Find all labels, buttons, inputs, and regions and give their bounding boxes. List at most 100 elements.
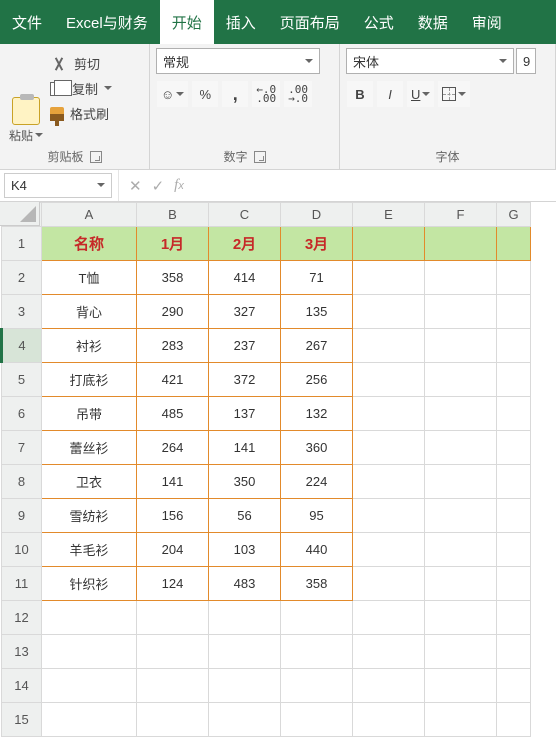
- cell[interactable]: T恤: [42, 261, 137, 295]
- cell[interactable]: [497, 703, 531, 737]
- cell[interactable]: [497, 397, 531, 431]
- row-header[interactable]: 6: [2, 397, 42, 431]
- cell[interactable]: [497, 295, 531, 329]
- cell[interactable]: [425, 261, 497, 295]
- cell[interactable]: [425, 465, 497, 499]
- cell[interactable]: [353, 261, 425, 295]
- cell[interactable]: 背心: [42, 295, 137, 329]
- row-header[interactable]: 10: [2, 533, 42, 567]
- confirm-icon[interactable]: ✓: [152, 177, 165, 195]
- cell[interactable]: [209, 703, 281, 737]
- cell[interactable]: [42, 601, 137, 635]
- number-format-combo[interactable]: 常规: [156, 48, 320, 74]
- cell[interactable]: [353, 601, 425, 635]
- col-header-d[interactable]: D: [281, 203, 353, 227]
- cell[interactable]: 名称: [42, 227, 137, 261]
- cell[interactable]: 蕾丝衫: [42, 431, 137, 465]
- cell[interactable]: [497, 329, 531, 363]
- cell[interactable]: [353, 397, 425, 431]
- cell[interactable]: 360: [281, 431, 353, 465]
- font-name-combo[interactable]: 宋体: [346, 48, 514, 74]
- cell[interactable]: 283: [137, 329, 209, 363]
- cell[interactable]: [425, 227, 497, 261]
- cell[interactable]: 羊毛衫: [42, 533, 137, 567]
- copy-button[interactable]: 复制: [50, 79, 112, 98]
- cell[interactable]: [425, 329, 497, 363]
- menu-home[interactable]: 开始: [160, 0, 214, 44]
- row-header[interactable]: 5: [2, 363, 42, 397]
- menu-data[interactable]: 数据: [406, 0, 460, 44]
- cell[interactable]: [137, 669, 209, 703]
- cell[interactable]: 483: [209, 567, 281, 601]
- cell[interactable]: [353, 499, 425, 533]
- cell[interactable]: [497, 635, 531, 669]
- cell[interactable]: [497, 465, 531, 499]
- cell[interactable]: [425, 567, 497, 601]
- cell[interactable]: 421: [137, 363, 209, 397]
- cell[interactable]: [425, 363, 497, 397]
- cell[interactable]: [137, 635, 209, 669]
- border-button[interactable]: [437, 80, 471, 108]
- cell[interactable]: [353, 533, 425, 567]
- row-header[interactable]: 13: [2, 635, 42, 669]
- cell[interactable]: [281, 669, 353, 703]
- cell[interactable]: 141: [209, 431, 281, 465]
- cell[interactable]: [353, 669, 425, 703]
- cell[interactable]: 71: [281, 261, 353, 295]
- cell[interactable]: 372: [209, 363, 281, 397]
- cell[interactable]: 485: [137, 397, 209, 431]
- dialog-launcher-icon[interactable]: [254, 151, 266, 163]
- font-size-combo[interactable]: 9: [516, 48, 536, 74]
- cell[interactable]: 135: [281, 295, 353, 329]
- cell[interactable]: 衬衫: [42, 329, 137, 363]
- format-painter-button[interactable]: 格式刷: [50, 104, 112, 123]
- col-header-f[interactable]: F: [425, 203, 497, 227]
- cell[interactable]: [42, 635, 137, 669]
- cell[interactable]: 267: [281, 329, 353, 363]
- cell[interactable]: [425, 703, 497, 737]
- cell[interactable]: 264: [137, 431, 209, 465]
- row-header[interactable]: 12: [2, 601, 42, 635]
- dialog-launcher-icon[interactable]: [90, 151, 102, 163]
- cell[interactable]: 414: [209, 261, 281, 295]
- cell[interactable]: [281, 703, 353, 737]
- cell[interactable]: 358: [137, 261, 209, 295]
- cell[interactable]: 237: [209, 329, 281, 363]
- cell[interactable]: 103: [209, 533, 281, 567]
- cell[interactable]: [281, 601, 353, 635]
- cell[interactable]: [281, 635, 353, 669]
- cell[interactable]: 雪纺衫: [42, 499, 137, 533]
- menu-file[interactable]: 文件: [0, 0, 54, 44]
- cell[interactable]: [353, 363, 425, 397]
- row-header[interactable]: 4: [2, 329, 42, 363]
- row-header[interactable]: 15: [2, 703, 42, 737]
- cell[interactable]: [425, 295, 497, 329]
- chevron-down-icon[interactable]: [104, 86, 112, 94]
- col-header-e[interactable]: E: [353, 203, 425, 227]
- cell[interactable]: 290: [137, 295, 209, 329]
- cell[interactable]: 2月: [209, 227, 281, 261]
- cell[interactable]: [425, 533, 497, 567]
- cell[interactable]: 224: [281, 465, 353, 499]
- cell[interactable]: [353, 295, 425, 329]
- cell[interactable]: 针织衫: [42, 567, 137, 601]
- cell[interactable]: 137: [209, 397, 281, 431]
- cell[interactable]: [353, 431, 425, 465]
- cell[interactable]: 132: [281, 397, 353, 431]
- italic-button[interactable]: I: [376, 80, 404, 108]
- col-header-g[interactable]: G: [497, 203, 531, 227]
- cell[interactable]: [353, 329, 425, 363]
- cell[interactable]: [209, 635, 281, 669]
- menu-formula[interactable]: 公式: [352, 0, 406, 44]
- cell[interactable]: [425, 601, 497, 635]
- cell[interactable]: [209, 601, 281, 635]
- formula-input[interactable]: [194, 170, 556, 201]
- cell[interactable]: [425, 635, 497, 669]
- currency-button[interactable]: ☺: [156, 80, 189, 108]
- underline-button[interactable]: U: [406, 80, 435, 108]
- cell[interactable]: 1月: [137, 227, 209, 261]
- cell[interactable]: [209, 669, 281, 703]
- cell[interactable]: 95: [281, 499, 353, 533]
- row-header[interactable]: 8: [2, 465, 42, 499]
- col-header-c[interactable]: C: [209, 203, 281, 227]
